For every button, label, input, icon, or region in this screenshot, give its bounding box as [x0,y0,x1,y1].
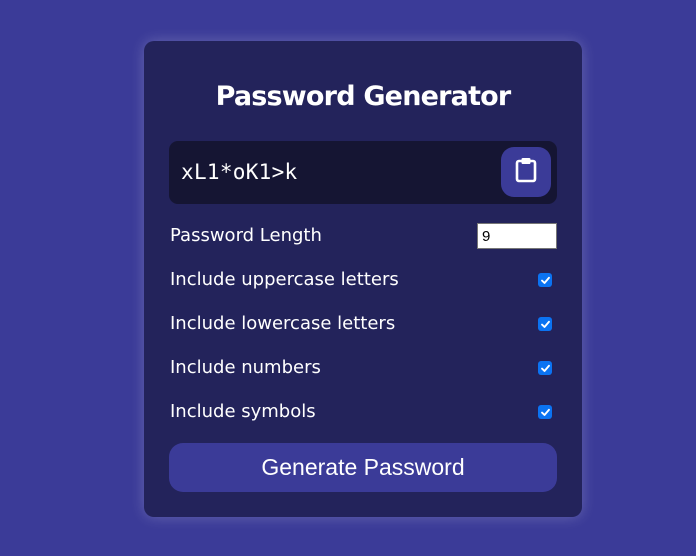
copy-to-clipboard-button[interactable] [501,147,551,197]
page-title: Password Generator [215,81,512,112]
checkmark-icon [540,364,550,372]
uppercase-checkbox[interactable] [538,273,552,287]
password-length-input[interactable] [477,223,557,249]
checkmark-icon [540,276,550,284]
checkmark-icon [540,408,550,416]
password-result-text[interactable]: xL1*oK1>k [181,159,298,185]
symbols-checkbox[interactable] [538,405,552,419]
setting-password-length: Password Length [170,223,557,249]
password-generator-card: Password Generator xL1*oK1>k Password Le… [144,41,582,517]
lowercase-label: Include lowercase letters [170,313,396,334]
checkmark-icon [540,320,550,328]
setting-uppercase: Include uppercase letters [170,267,557,293]
setting-numbers: Include numbers [170,355,557,381]
numbers-label: Include numbers [170,357,321,378]
numbers-checkbox[interactable] [538,361,552,375]
setting-lowercase: Include lowercase letters [170,311,557,337]
uppercase-label: Include uppercase letters [170,269,399,290]
setting-symbols: Include symbols [170,399,557,425]
password-result-box: xL1*oK1>k [169,141,557,204]
generate-password-button[interactable]: Generate Password [169,443,557,492]
symbols-label: Include symbols [170,401,316,422]
password-length-label: Password Length [170,225,322,246]
lowercase-checkbox[interactable] [538,317,552,331]
clipboard-icon [515,157,537,187]
